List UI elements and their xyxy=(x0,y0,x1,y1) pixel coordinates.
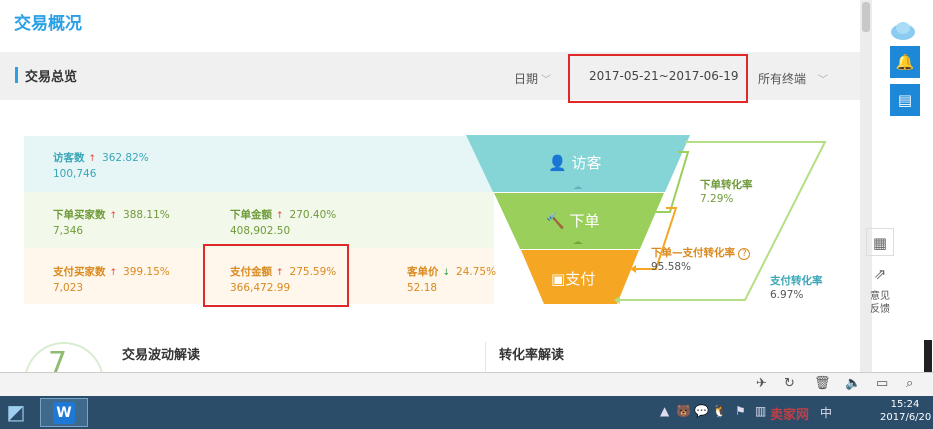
qq-icon[interactable]: 🐧 xyxy=(712,404,727,418)
metric-value: 408,902.50 xyxy=(230,225,291,237)
scrollbar[interactable] xyxy=(860,0,872,372)
order-pay-rate: 下单—支付转化率 ? 95.58% xyxy=(651,246,751,274)
window-icon[interactable]: ▭ xyxy=(876,376,888,391)
share-icon[interactable]: ⇗ xyxy=(866,260,894,288)
fluctuation-title: 交易波动解读 xyxy=(122,348,201,363)
pin-icon[interactable]: ✈ xyxy=(756,376,767,391)
refresh-icon[interactable]: ↻ xyxy=(784,376,795,391)
arrow-up-icon: ↑ xyxy=(109,268,118,278)
hammer-icon: 🔨 xyxy=(546,212,565,230)
section-accent xyxy=(15,67,18,83)
qrcode-icon[interactable]: ▦ xyxy=(866,228,894,256)
network-icon[interactable]: ▥ xyxy=(755,404,766,418)
wps-icon: W xyxy=(53,402,75,424)
main-page: 交易概况 交易总览 日期 ﹀ 2017-05-21~2017-06-19 所有终端… xyxy=(0,0,860,372)
metric-value: 7,023 xyxy=(53,282,84,294)
chevron-down-icon: ﹀ xyxy=(818,75,829,86)
metric-change: 399.15% xyxy=(123,266,170,278)
trash-icon[interactable]: 🗑 xyxy=(814,376,831,391)
metric-order-buyers: 下单买家数 ↑ 388.11% 7,346 xyxy=(53,208,170,238)
metric-change: 388.11% xyxy=(123,209,170,221)
page-title: 交易概况 xyxy=(14,14,82,34)
conversion-title: 转化率解读 xyxy=(499,348,565,363)
cloud-icon[interactable] xyxy=(890,20,916,42)
wechat-icon[interactable]: 💬 xyxy=(694,404,709,418)
wallet-icon: ▣ xyxy=(551,270,566,288)
arrow-up-icon: ↑ xyxy=(276,211,284,221)
arrow-up-icon: ↑ xyxy=(88,154,97,164)
user-icon: 👤 xyxy=(548,154,567,172)
metric-change: 362.82% xyxy=(102,152,149,164)
highlight-box-date xyxy=(568,54,748,103)
tray-arrow-icon[interactable]: ▲ xyxy=(660,404,669,418)
metric-value: 100,746 xyxy=(53,168,97,180)
score-value: 7 xyxy=(48,346,68,372)
metric-label: 客单价 xyxy=(407,266,439,278)
bell-icon[interactable]: 🔔 xyxy=(890,46,920,78)
ime-indicator[interactable]: 中 xyxy=(820,404,832,421)
app-toolbar: ✈ ↻ 🗑 🔈 ▭ ⌕ xyxy=(0,372,933,396)
taskbar-app-wps[interactable]: W xyxy=(40,398,88,427)
chevron-down-icon: ﹀ xyxy=(541,75,552,86)
overview-title: 交易总览 xyxy=(25,70,78,85)
terminal-dropdown[interactable]: 所有终端 ﹀ xyxy=(758,70,828,87)
metric-order-amount: 下单金额 ↑ 270.40% 408,902.50 xyxy=(230,208,336,238)
chat-icon[interactable]: ▤ xyxy=(890,84,920,116)
funnel-label-order: 🔨 下单 xyxy=(546,212,600,230)
funnel-label-visit: 👤 访客 xyxy=(548,154,602,172)
metric-label: 支付买家数 xyxy=(53,266,106,278)
flag-icon[interactable]: ⚑ xyxy=(735,404,746,418)
pay-rate: 支付转化率 6.97% xyxy=(770,275,823,301)
clock[interactable]: 15:24 2017/6/20 xyxy=(880,398,931,424)
speaker-icon[interactable]: 🔈 xyxy=(845,376,861,391)
metric-paid-buyers: 支付买家数 ↑ 399.15% 7,023 xyxy=(53,265,170,295)
arrow-up-icon: ↑ xyxy=(109,211,118,221)
highlight-box-paid-amount xyxy=(203,244,349,307)
divider xyxy=(485,342,486,372)
date-dropdown[interactable]: 日期 ﹀ xyxy=(514,70,551,87)
metric-value: 7,346 xyxy=(53,225,84,237)
metric-label: 访客数 xyxy=(53,152,85,164)
score-circle: 7 xyxy=(24,342,104,372)
metric-visitors: 访客数 ↑ 362.82% 100,746 xyxy=(53,151,149,181)
metric-label: 下单金额 xyxy=(230,209,272,221)
funnel-label-pay: ▣支付 xyxy=(551,270,596,288)
zoom-icon[interactable]: ⌕ xyxy=(906,376,913,391)
date-label: 日期 xyxy=(514,72,539,86)
scrollbar-thumb[interactable] xyxy=(862,2,870,32)
feedback-button[interactable]: 意见 反馈 xyxy=(866,290,894,316)
terminal-label: 所有终端 xyxy=(758,72,807,86)
arrow-down-icon: ↓ xyxy=(442,268,451,278)
start-icon[interactable]: ◩ xyxy=(2,397,30,427)
tray-app-icon[interactable]: 🐻 xyxy=(676,404,691,418)
help-icon[interactable]: ? xyxy=(738,248,751,260)
metric-change: 270.40% xyxy=(289,209,337,221)
order-rate: 下单转化率 7.29% xyxy=(700,179,753,205)
metric-label: 下单买家数 xyxy=(53,209,106,221)
watermark: 卖家网 xyxy=(770,408,810,423)
